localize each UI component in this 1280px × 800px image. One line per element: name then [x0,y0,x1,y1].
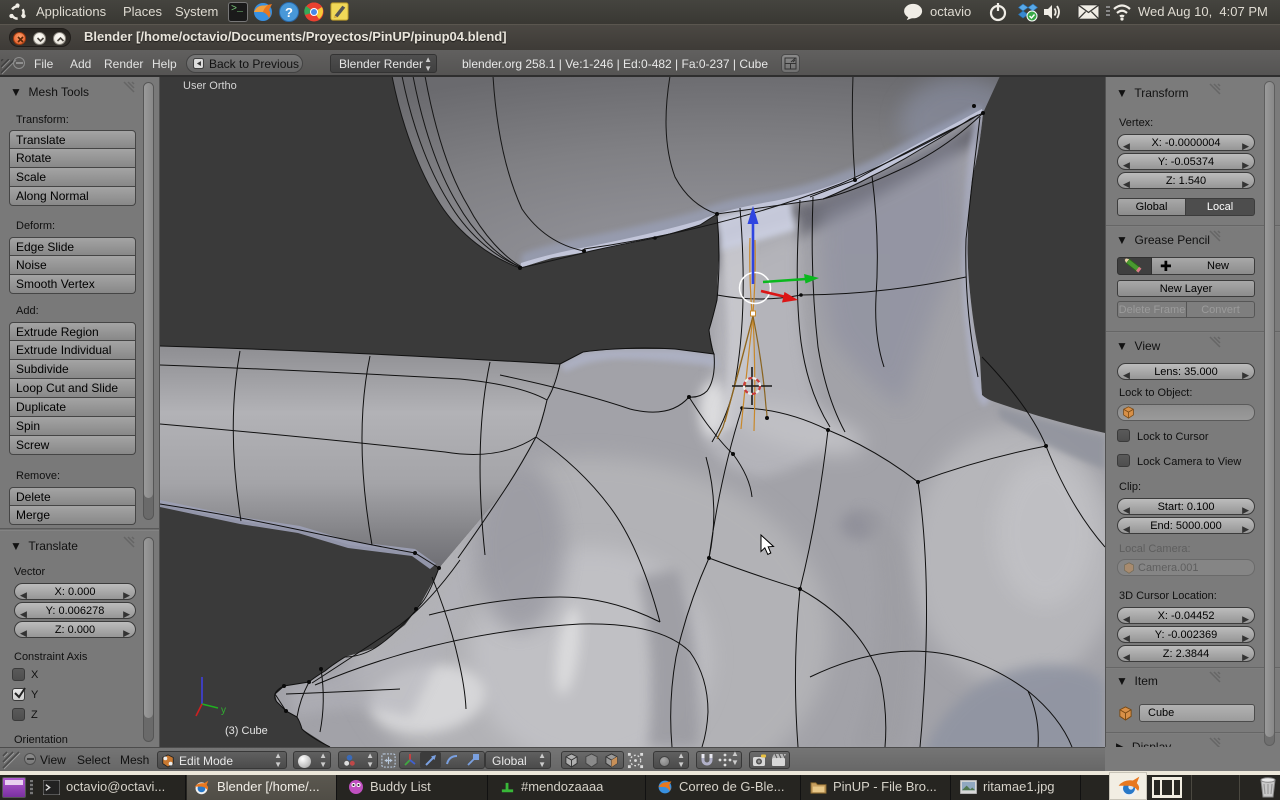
svg-text:(3) Cube: (3) Cube [225,725,268,737]
svg-text:?: ? [285,5,293,20]
svg-text:y: y [221,705,226,716]
svg-text:User Ortho: User Ortho [183,80,237,92]
